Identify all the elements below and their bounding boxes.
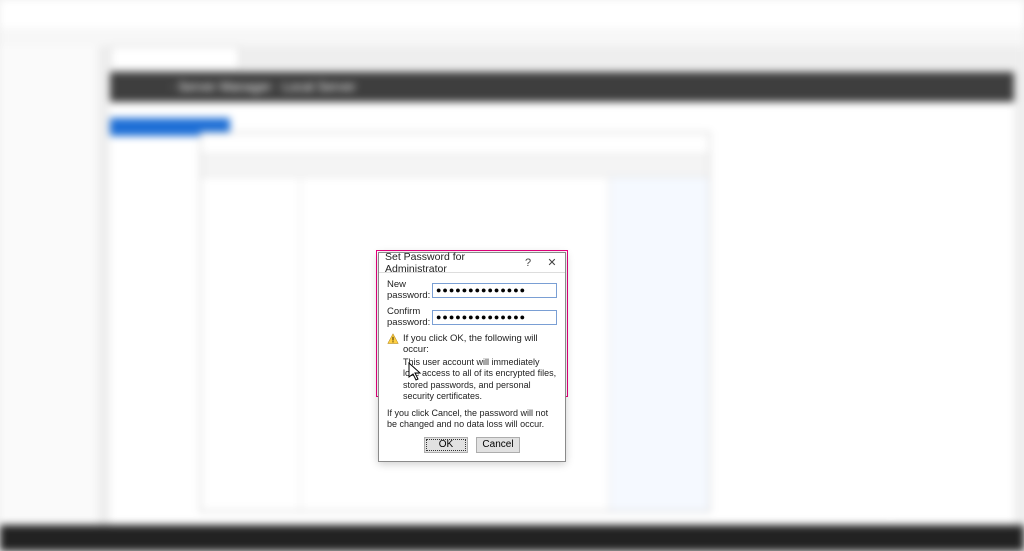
close-button[interactable]: ✕ [543,256,561,270]
new-password-label: New password: [387,279,432,301]
warning-icon [387,333,399,345]
warning-lead-text: If you click OK, the following will occu… [403,333,557,355]
confirm-password-input[interactable] [432,310,557,325]
cancel-button[interactable]: Cancel [476,437,520,453]
confirm-password-label: Confirm password: [387,306,432,328]
watermark-icon [879,497,903,521]
cancel-note-text: If you click Cancel, the password will n… [387,408,557,431]
ok-button[interactable]: OK [424,437,468,453]
set-password-dialog: Set Password for Administrator ? ✕ New p… [378,252,566,462]
warning-body-text: This user account will immediately lose … [403,357,557,402]
help-button[interactable]: ? [519,256,537,270]
dialog-title: Set Password for Administrator [385,251,519,275]
new-password-input[interactable] [432,283,557,298]
watermark-text: ORCACORE [909,501,1006,517]
watermark: ORCACORE [879,497,1006,521]
